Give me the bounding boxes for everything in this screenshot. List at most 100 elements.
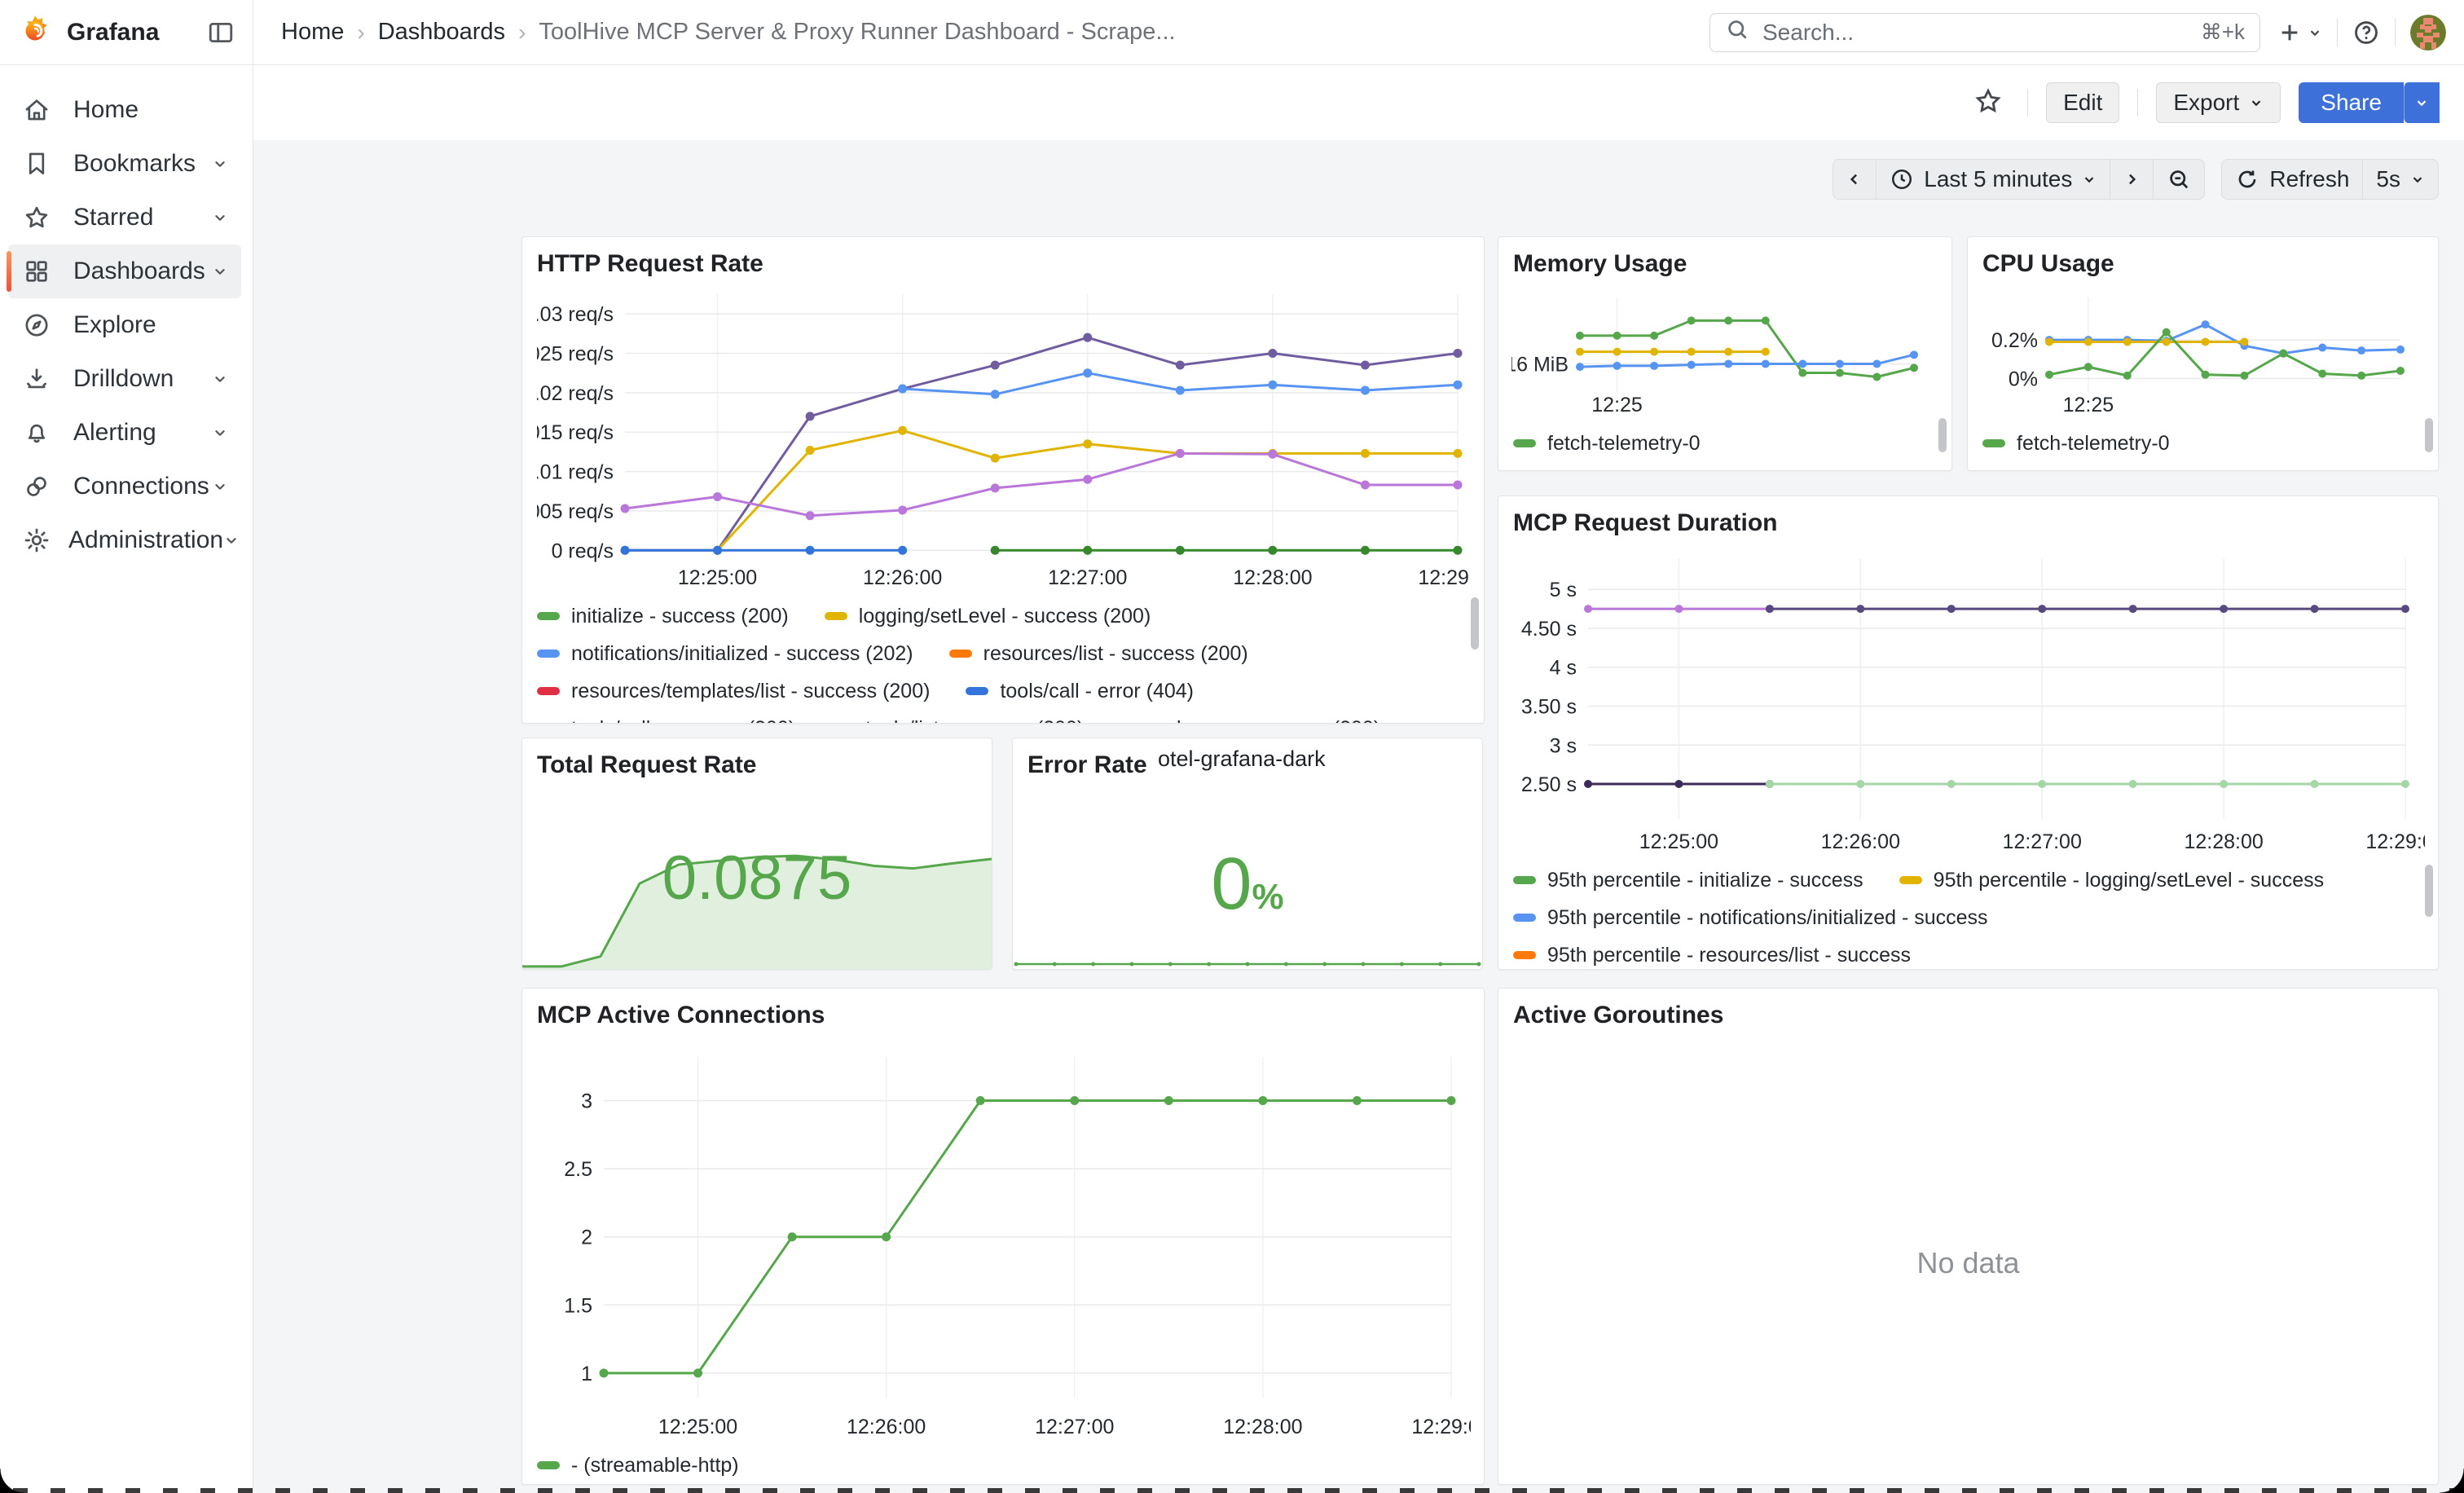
breadcrumb-item[interactable]: Home xyxy=(281,19,344,46)
legend-item[interactable]: - (streamable-http) xyxy=(537,1447,739,1484)
legend-item[interactable]: 95th percentile - initialize - success xyxy=(1513,861,1863,899)
sidebar-item-label: Dashboards xyxy=(73,258,212,285)
chevron-down-icon[interactable] xyxy=(212,425,228,441)
svg-text:4 s: 4 s xyxy=(1550,657,1577,680)
legend-item[interactable]: 95th percentile - logging/setLevel - suc… xyxy=(1899,861,2324,899)
chevron-down-icon[interactable] xyxy=(223,532,240,548)
panel-title[interactable]: Memory Usage xyxy=(1498,237,1951,283)
top-nav: Grafana Home›Dashboards›ToolHive MCP Ser… xyxy=(0,0,2464,65)
refresh-group: Refresh 5s xyxy=(2221,159,2439,200)
legend-label: 95th percentile - initialize - success xyxy=(1547,869,1863,892)
chevron-down-icon xyxy=(2308,25,2322,40)
add-button[interactable] xyxy=(2277,20,2322,46)
share-caret-button[interactable] xyxy=(2404,82,2440,123)
legend-item[interactable]: logging/setLevel - success (200) xyxy=(825,597,1151,635)
memory-usage-chart[interactable]: 16 MiB12:25 xyxy=(1511,283,1938,420)
svg-text:12:29:00: 12:29:00 xyxy=(1418,566,1471,589)
legend-item[interactable]: notifications/initialized - success (202… xyxy=(537,635,913,672)
sidebar-item-administration[interactable]: Administration xyxy=(8,513,241,567)
search-box[interactable]: ⌘+k xyxy=(1709,13,2260,52)
refresh-button[interactable]: Refresh xyxy=(2221,159,2363,200)
time-back-button[interactable] xyxy=(1833,159,1877,200)
help-button[interactable] xyxy=(2352,19,2380,46)
time-forward-button[interactable] xyxy=(2110,159,2154,200)
panel-title[interactable]: Total Request Rate xyxy=(522,738,992,784)
search-input[interactable] xyxy=(1761,19,2201,46)
legend-label: tools/call - success (200) xyxy=(571,717,795,724)
legend-scrollbar[interactable] xyxy=(2425,865,2433,917)
http-request-rate-chart[interactable]: 0 req/s0.005 req/s0.01 req/s0.015 req/s0… xyxy=(537,283,1471,592)
chevron-down-icon[interactable] xyxy=(212,209,228,226)
share-button[interactable]: Share xyxy=(2299,82,2404,123)
svg-text:3.50 s: 3.50 s xyxy=(1521,695,1577,718)
panel-mcp-active-connections: MCP Active Connections 11.522.5312:25:00… xyxy=(521,988,1485,1485)
nav-actions xyxy=(2277,15,2446,51)
breadcrumb-item[interactable]: Dashboards xyxy=(378,19,505,46)
gear-icon xyxy=(23,526,51,554)
legend-item[interactable]: fetch-telemetry-0 xyxy=(1982,425,2170,462)
refresh-interval-picker[interactable]: 5s xyxy=(2363,159,2439,200)
avatar[interactable] xyxy=(2410,15,2446,51)
legend-label: unknown - success (200) xyxy=(1154,717,1380,724)
screen-corner xyxy=(2440,1469,2464,1493)
sidebar-item-connections[interactable]: Connections xyxy=(8,460,241,513)
drilldown-icon xyxy=(23,365,55,393)
svg-text:12:26:00: 12:26:00 xyxy=(847,1416,926,1438)
refresh-icon xyxy=(2235,167,2259,192)
panel-title[interactable]: Active Goroutines xyxy=(1498,989,2438,1034)
legend-item[interactable]: tools/call - success (200) xyxy=(537,710,795,723)
svg-text:12:29:00: 12:29:00 xyxy=(2365,830,2425,853)
legend-item[interactable]: resources/list - success (200) xyxy=(949,635,1248,672)
panel-title[interactable]: MCP Active Connections xyxy=(522,989,1484,1034)
panel-title[interactable]: MCP Request Duration xyxy=(1498,496,2438,542)
zoom-out-button[interactable] xyxy=(2154,159,2205,200)
panel-title[interactable]: CPU Usage xyxy=(1968,237,2438,283)
error-rate-sparkline xyxy=(1013,954,1482,967)
svg-text:2: 2 xyxy=(581,1227,592,1249)
chevron-down-icon xyxy=(2414,95,2429,110)
legend-scrollbar[interactable] xyxy=(2425,418,2433,452)
dashboards-icon xyxy=(23,258,55,285)
chevron-down-icon xyxy=(2410,172,2425,187)
legend-scrollbar[interactable] xyxy=(1938,418,1947,452)
legend-item[interactable]: tools/call - error (404) xyxy=(966,672,1194,710)
breadcrumb-separator: › xyxy=(357,20,364,46)
sidebar-item-bookmarks[interactable]: Bookmarks xyxy=(8,137,241,191)
chevron-down-icon[interactable] xyxy=(212,263,228,280)
sidebar-collapse-icon[interactable] xyxy=(207,19,235,46)
share-split-button: Share xyxy=(2299,82,2440,123)
legend-label: initialize - success (200) xyxy=(571,605,789,628)
legend-item[interactable]: fetch-telemetry-0 xyxy=(1513,425,1701,462)
legend-item[interactable]: 95th percentile - resources/list - succe… xyxy=(1513,936,1911,970)
sidebar-item-alerting[interactable]: Alerting xyxy=(8,406,241,460)
cpu-usage-chart[interactable]: 0.2%0%12:25 xyxy=(1981,283,2425,420)
sidebar-item-home[interactable]: Home xyxy=(8,83,241,137)
divider xyxy=(2337,19,2338,46)
chevron-down-icon[interactable] xyxy=(212,156,228,172)
svg-text:0.02 req/s: 0.02 req/s xyxy=(537,382,614,405)
connections-icon xyxy=(23,473,55,500)
chevron-down-icon[interactable] xyxy=(212,478,228,495)
panel-title[interactable]: HTTP Request Rate xyxy=(522,237,1484,283)
legend-item[interactable]: resources/templates/list - success (200) xyxy=(537,672,930,710)
mcp-request-duration-chart[interactable]: 2.50 s3 s3.50 s4 s4.50 s5 s12:25:0012:26… xyxy=(1513,542,2425,857)
mcp-active-connections-chart[interactable]: 11.522.5312:25:0012:26:0012:27:0012:28:0… xyxy=(537,1034,1471,1442)
legend-item[interactable]: tools/list - success (200) xyxy=(831,710,1084,723)
time-range-picker[interactable]: Last 5 minutes xyxy=(1877,159,2110,200)
sidebar-item-dashboards[interactable]: Dashboards xyxy=(8,244,241,298)
panel-active-goroutines: Active Goroutines No data xyxy=(1498,988,2439,1485)
legend-item[interactable]: initialize - success (200) xyxy=(537,597,789,635)
export-button[interactable]: Export xyxy=(2156,82,2281,123)
favorite-star-icon[interactable] xyxy=(1973,86,2003,120)
brand-zone: Grafana xyxy=(0,0,253,64)
chevron-down-icon[interactable] xyxy=(212,371,228,387)
legend-item[interactable]: 95th percentile - notifications/initiali… xyxy=(1513,899,1988,936)
legend-item[interactable]: unknown - success (200) xyxy=(1120,710,1380,723)
sidebar-item-drilldown[interactable]: Drilldown xyxy=(8,352,241,406)
sidebar-item-starred[interactable]: Starred xyxy=(8,191,241,244)
search-shortcut: ⌘+k xyxy=(2201,20,2245,45)
edit-button[interactable]: Edit xyxy=(2046,82,2119,123)
time-controls: Last 5 minutes Refresh 5s xyxy=(1833,159,2439,200)
sidebar-item-explore[interactable]: Explore xyxy=(8,298,241,352)
legend-scrollbar[interactable] xyxy=(1471,597,1479,650)
